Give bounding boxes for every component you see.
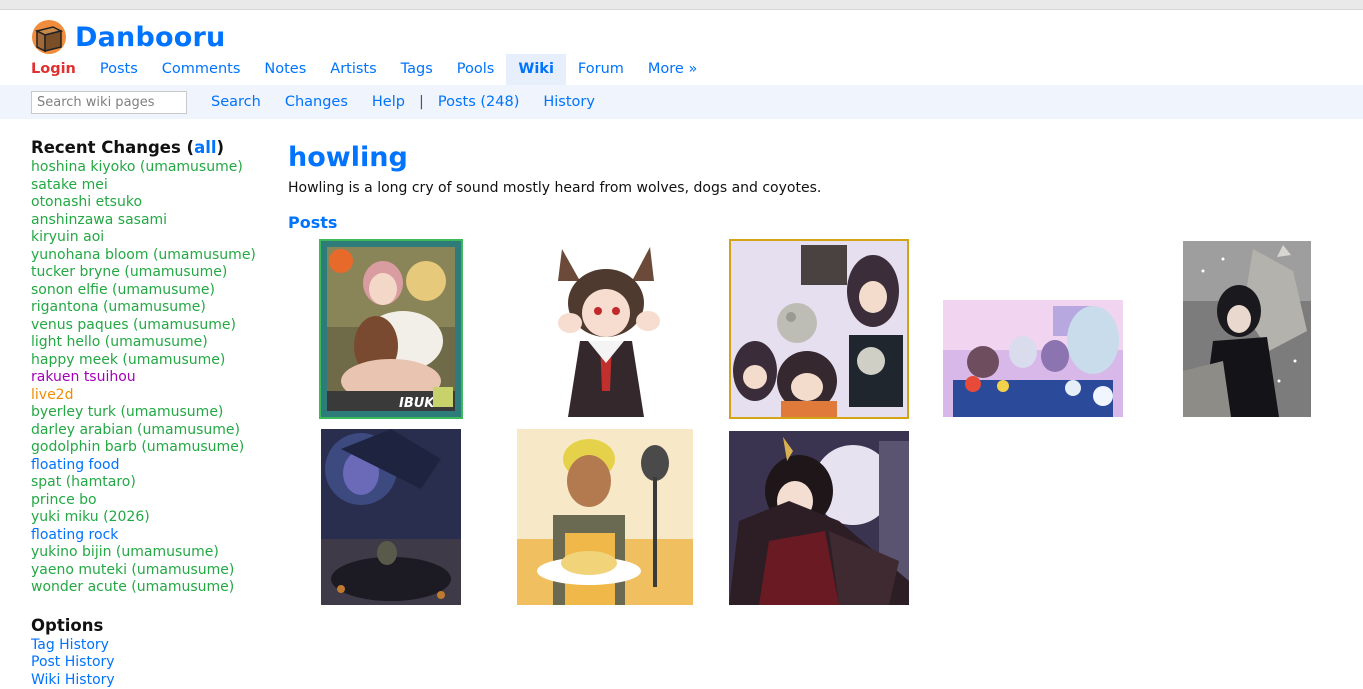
nav-notes[interactable]: Notes [252,54,318,85]
nav-comments[interactable]: Comments [150,54,253,85]
nav-artists[interactable]: Artists [318,54,388,85]
recent-change-item[interactable]: spat (hamtaro) [31,474,271,492]
recent-change-item[interactable]: tucker bryne (umamusume) [31,264,271,282]
recent-change-item[interactable]: floating food [31,457,271,475]
site-title[interactable]: Danbooru [75,22,225,53]
nav-pools[interactable]: Pools [445,54,507,85]
option-post-history[interactable]: Post History [31,654,271,672]
post-thumb-wolf-girls-collage[interactable] [729,239,909,419]
recent-change-item[interactable]: byerley turk (umamusume) [31,404,271,422]
wiki-page-body: Howling is a long cry of sound mostly he… [288,178,1348,198]
post-thumb-wolf-ears-girl[interactable] [540,241,670,417]
main-nav: LoginPostsCommentsNotesArtistsTagsPoolsW… [31,54,709,85]
subnav-help-link[interactable]: Help [360,94,417,110]
recent-change-item[interactable]: floating rock [31,527,271,545]
recent-change-item[interactable]: rakuen tsuihou [31,369,271,387]
recent-change-item[interactable]: yaeno muteki (umamusume) [31,562,271,580]
wiki-content: howling Howling is a long cry of sound m… [288,140,1348,233]
recent-change-item[interactable]: happy meek (umamusume) [31,352,271,370]
browser-chrome-edge [0,0,1363,10]
recent-change-item[interactable]: hoshina kiyoko (umamusume) [31,159,271,177]
post-thumb-chef-fried-rice[interactable] [517,429,693,605]
box-icon[interactable] [31,19,67,55]
recent-change-item[interactable]: light hello (umamusume) [31,334,271,352]
post-thumb-winged-girl-moon[interactable] [729,431,909,605]
recent-change-item[interactable]: sonon elfie (umamusume) [31,282,271,300]
recent-change-item[interactable]: godolphin barb (umamusume) [31,439,271,457]
site-header: Danbooru [31,17,225,57]
nav-tags[interactable]: Tags [389,54,445,85]
recent-change-item[interactable]: satake mei [31,177,271,195]
subnav-separator: | [417,94,426,110]
recent-change-item[interactable]: wonder acute (umamusume) [31,579,271,597]
recent-change-item[interactable]: kiryuin aoi [31,229,271,247]
subnav-posts-link[interactable]: Posts (248) [426,94,532,110]
nav-more[interactable]: More » [636,54,709,85]
recent-change-item[interactable]: anshinzawa sasami [31,212,271,230]
nav-login[interactable]: Login [31,54,88,85]
recent-change-item[interactable]: otonashi etsuko [31,194,271,212]
wiki-page-title[interactable]: howling [288,140,1348,176]
options-heading: Options [31,615,271,637]
wiki-search-input[interactable] [31,91,187,114]
options-list: Tag HistoryPost HistoryWiki History [31,637,271,689]
recent-change-item[interactable]: yuki miku (2026) [31,509,271,527]
recent-changes-all-link[interactable]: all [194,138,216,157]
post-thumb-wolf-girl-card[interactable]: IBUKI [319,239,463,419]
recent-change-item[interactable]: prince bo [31,492,271,510]
recent-change-item[interactable]: live2d [31,387,271,405]
post-thumb-wolves-snow[interactable] [1183,241,1311,417]
nav-wiki[interactable]: Wiki [506,54,566,85]
option-tag-history[interactable]: Tag History [31,637,271,655]
nav-posts[interactable]: Posts [88,54,150,85]
recent-change-item[interactable]: rigantona (umamusume) [31,299,271,317]
posts-heading[interactable]: Posts [288,213,1348,233]
recent-changes-list: hoshina kiyoko (umamusume)satake meioton… [31,159,271,597]
recent-change-item[interactable]: darley arabian (umamusume) [31,422,271,440]
subnav-changes-link[interactable]: Changes [273,94,360,110]
nav-forum[interactable]: Forum [566,54,636,85]
recent-change-item[interactable]: yukino bijin (umamusume) [31,544,271,562]
wiki-subnav: Search Changes Help | Posts (248) Histor… [0,85,1363,119]
post-thumb-party-table[interactable] [943,300,1123,417]
recent-change-item[interactable]: venus paques (umamusume) [31,317,271,335]
subnav-search-link[interactable]: Search [199,94,273,110]
option-wiki-history[interactable]: Wiki History [31,672,271,689]
sidebar: Recent Changes (all) hoshina kiyoko (uma… [31,137,271,689]
post-thumb-night-moon-figure[interactable] [321,429,461,605]
subnav-history-link[interactable]: History [531,94,607,110]
recent-change-item[interactable]: yunohana bloom (umamusume) [31,247,271,265]
recent-changes-heading: Recent Changes (all) [31,137,271,159]
